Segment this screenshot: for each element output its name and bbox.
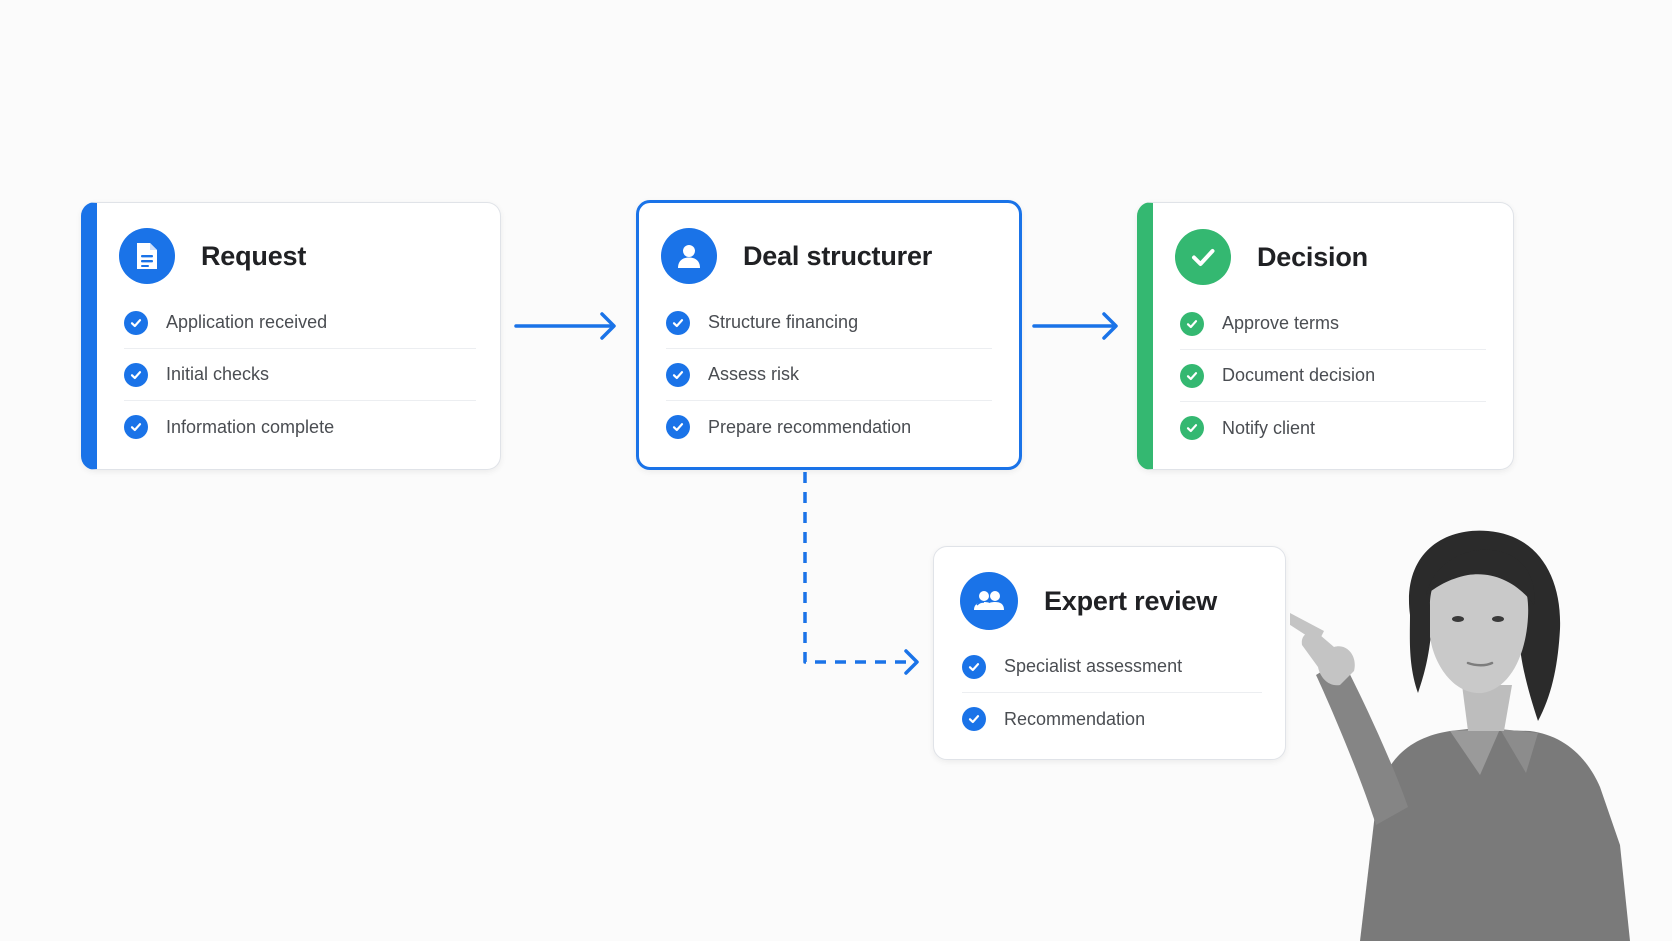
item-label: Specialist assessment (1004, 656, 1183, 676)
presenter-illustration (1290, 530, 1630, 941)
check-circle-icon (962, 707, 986, 731)
eye-left (1452, 616, 1464, 622)
check-circle-icon (124, 415, 148, 439)
list-item: Approve terms (1180, 298, 1486, 350)
arrow-request-to-deal (514, 312, 616, 340)
check-circle-icon (666, 310, 690, 335)
item-label: Assess risk (708, 364, 800, 384)
check-circle-icon (1180, 416, 1204, 440)
request-card: Request Application received Initial che… (81, 202, 501, 470)
list-item: Assess risk (666, 349, 992, 401)
list-item: Information complete (124, 401, 476, 453)
list-item: Recommendation (962, 693, 1262, 745)
list-item: Structure financing (666, 297, 992, 349)
forearm (1316, 659, 1408, 825)
checkmark-icon (1175, 229, 1231, 285)
deal-structurer-card: Deal structurer Structure financing Asse… (636, 200, 1022, 470)
deal-structurer-item-list: Structure financing Assess risk Prepare … (666, 297, 992, 453)
expert-review-item-list: Specialist assessment Recommendation (962, 641, 1262, 745)
list-item: Document decision (1180, 350, 1486, 402)
list-item: Application received (124, 297, 476, 349)
request-title: Request (201, 240, 307, 271)
shirt (1360, 729, 1630, 941)
item-label: Document decision (1222, 365, 1376, 385)
list-item: Initial checks (124, 349, 476, 401)
check-circle-icon (666, 415, 690, 439)
check-circle-icon (124, 310, 148, 335)
hand (1301, 632, 1355, 686)
decision-title: Decision (1257, 241, 1368, 272)
item-label: Application received (166, 312, 328, 332)
arrow-deal-to-decision (1032, 312, 1118, 340)
check-circle-icon (1180, 363, 1204, 388)
arrow-head (904, 649, 919, 675)
eye-right (1492, 616, 1504, 622)
expert-review-card: Expert review Specialist assessment Reco… (933, 546, 1286, 760)
decision-card-header: Decision (1175, 229, 1368, 285)
check-circle-icon (1180, 311, 1204, 336)
deal-structurer-card-header: Deal structurer (661, 228, 932, 284)
item-label: Information complete (166, 416, 335, 437)
item-label: Prepare recommendation (708, 416, 912, 437)
item-label: Initial checks (166, 364, 270, 384)
expert-review-card-header: Expert review (960, 572, 1217, 630)
list-item: Specialist assessment (962, 641, 1262, 693)
request-item-list: Application received Initial checks Info… (124, 297, 476, 453)
expert-review-title: Expert review (1044, 585, 1217, 616)
decision-card: Decision Approve terms Document decision… (1137, 202, 1514, 470)
deal-structurer-title: Deal structurer (743, 240, 933, 271)
dashed-line (803, 472, 908, 664)
list-item: Prepare recommendation (666, 401, 992, 453)
item-label: Recommendation (1004, 708, 1146, 729)
check-circle-icon (124, 362, 148, 387)
check-circle-icon (962, 654, 986, 679)
item-label: Notify client (1222, 417, 1316, 438)
item-label: Approve terms (1222, 313, 1340, 333)
list-item: Notify client (1180, 402, 1486, 454)
request-card-header: Request (119, 228, 306, 284)
people-icon (960, 572, 1018, 630)
item-label: Structure financing (708, 312, 859, 332)
check-circle-icon (666, 362, 690, 387)
person-icon (661, 228, 717, 284)
dashed-arrow-deal-to-expert-review (803, 472, 919, 675)
document-icon (119, 228, 175, 284)
decision-item-list: Approve terms Document decision Notify c… (1180, 298, 1486, 454)
